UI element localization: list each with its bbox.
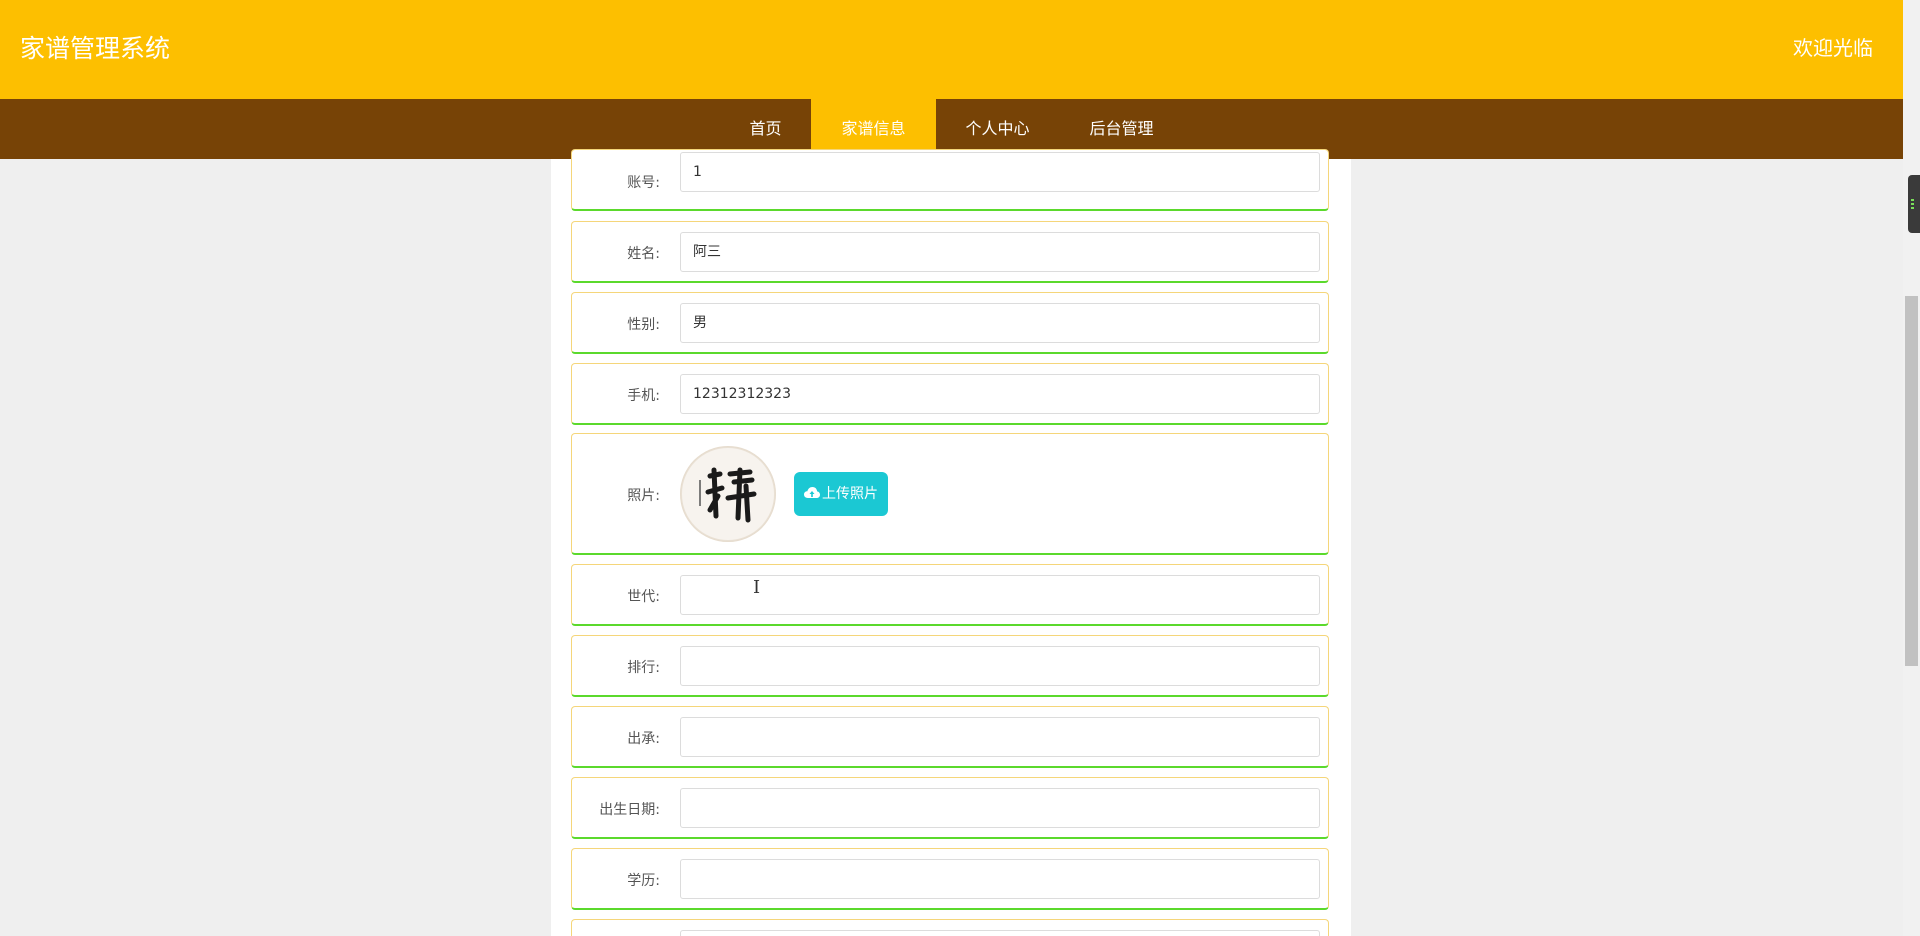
- education-label: 学历:: [627, 873, 660, 889]
- cloud-upload-icon: [804, 487, 820, 498]
- form-row-lineage: 出承:: [571, 706, 1329, 768]
- account-label: 账号:: [627, 175, 660, 191]
- gender-input[interactable]: 男: [680, 303, 1320, 343]
- generation-input[interactable]: [680, 575, 1320, 615]
- upload-photo-button[interactable]: 上传照片: [794, 472, 888, 516]
- welcome-text: 欢迎光临: [1793, 36, 1873, 60]
- calligraphy-image: [682, 448, 774, 540]
- page: 家谱管理系统 欢迎光临 首页 家谱信息 个人中心 后台管理 账号: 1 姓名: …: [0, 0, 1920, 936]
- name-label: 姓名:: [627, 246, 660, 262]
- form-row-next: [571, 919, 1329, 936]
- form-row-generation: 世代:: [571, 564, 1329, 626]
- birth-date-input[interactable]: [680, 788, 1320, 828]
- lineage-input[interactable]: [680, 717, 1320, 757]
- lineage-label: 出承:: [627, 731, 660, 747]
- rank-label: 排行:: [627, 660, 660, 676]
- header: 家谱管理系统 欢迎光临: [0, 0, 1903, 99]
- phone-label: 手机:: [627, 388, 660, 404]
- avatar: [680, 446, 776, 542]
- form-row-account: 账号: 1: [571, 149, 1329, 211]
- birth-date-label: 出生日期:: [599, 802, 660, 818]
- form-row-birth-date: 出生日期:: [571, 777, 1329, 839]
- form-row-rank: 排行:: [571, 635, 1329, 697]
- education-input[interactable]: [680, 859, 1320, 899]
- side-panel-tab[interactable]: [1908, 175, 1920, 233]
- site-title: 家谱管理系统: [20, 34, 171, 63]
- next-input[interactable]: [680, 930, 1320, 936]
- account-input[interactable]: 1: [680, 152, 1320, 192]
- gender-label: 性别:: [627, 317, 660, 333]
- generation-label: 世代:: [627, 589, 660, 605]
- form-row-gender: 性别: 男: [571, 292, 1329, 354]
- upload-photo-label: 上传照片: [822, 486, 878, 502]
- scrollbar-thumb[interactable]: [1905, 296, 1918, 666]
- phone-input[interactable]: 12312312323: [680, 374, 1320, 414]
- photo-label: 照片:: [627, 488, 660, 504]
- rank-input[interactable]: [680, 646, 1320, 686]
- profile-form-panel: 账号: 1 姓名: 阿三 性别: 男 手机: 12312312323 照片: 上…: [551, 149, 1351, 936]
- form-row-name: 姓名: 阿三: [571, 221, 1329, 283]
- name-input[interactable]: 阿三: [680, 232, 1320, 272]
- form-row-photo: 照片: 上传照片: [571, 433, 1329, 555]
- form-row-education: 学历:: [571, 848, 1329, 910]
- text-cursor-icon: I: [753, 577, 761, 598]
- form-row-phone: 手机: 12312312323: [571, 363, 1329, 425]
